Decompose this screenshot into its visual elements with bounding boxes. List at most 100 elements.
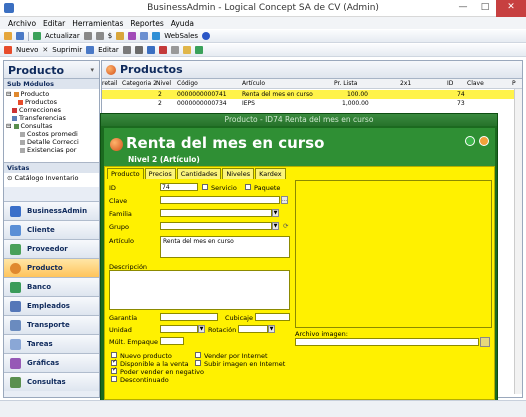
table-row[interactable]: 2 0000000000734 IEPS 1,000.00 73 bbox=[102, 99, 522, 108]
menu-ayuda[interactable]: Ayuda bbox=[171, 19, 194, 28]
folder-icon[interactable] bbox=[116, 32, 125, 40]
rotacion-select[interactable] bbox=[238, 325, 268, 333]
grupo-select[interactable] bbox=[160, 222, 272, 230]
tab-producto[interactable]: Producto bbox=[107, 168, 144, 179]
new-button[interactable]: Nuevo bbox=[16, 46, 38, 54]
save-icon[interactable] bbox=[16, 32, 24, 40]
nav-tareas[interactable]: Tareas bbox=[4, 334, 99, 353]
print-icon[interactable] bbox=[170, 46, 179, 54]
grupo-refresh-icon[interactable]: ⟳ bbox=[283, 222, 288, 230]
refresh-icon[interactable] bbox=[33, 32, 41, 40]
nav-proveedor[interactable]: Proveedor bbox=[4, 239, 99, 258]
export-icon[interactable] bbox=[158, 46, 167, 54]
paquete-checkbox[interactable] bbox=[245, 184, 251, 190]
tab-niveles[interactable]: Niveles bbox=[222, 168, 255, 179]
chevron-down-icon[interactable]: ▼ bbox=[198, 325, 205, 333]
chevron-down-icon[interactable]: ▼ bbox=[272, 222, 279, 230]
nav-transporte[interactable]: Transporte bbox=[4, 315, 99, 334]
clave-lookup-icon[interactable]: … bbox=[281, 196, 288, 204]
servicio-checkbox[interactable] bbox=[202, 184, 208, 190]
filter-icon[interactable] bbox=[122, 46, 131, 54]
delete-button[interactable]: Suprimir bbox=[52, 46, 82, 54]
column-header[interactable]: Clave bbox=[467, 80, 484, 87]
currency-icon[interactable]: $ bbox=[108, 32, 112, 40]
tab-kardex[interactable]: Kardex bbox=[255, 168, 286, 179]
menu-archivo[interactable]: Archivo bbox=[8, 19, 36, 28]
chevron-down-icon[interactable]: ▾ bbox=[90, 66, 94, 74]
options-icon[interactable] bbox=[479, 136, 489, 146]
vista-item[interactable]: Catálogo Inventario bbox=[15, 174, 79, 182]
sidebar-splitter[interactable] bbox=[4, 187, 99, 201]
nav-banco[interactable]: Banco bbox=[4, 277, 99, 296]
column-header[interactable]: Artículo bbox=[242, 80, 265, 87]
new-icon[interactable] bbox=[4, 46, 12, 54]
column-header[interactable]: Pr. Lista bbox=[334, 80, 357, 87]
image-preview[interactable] bbox=[295, 180, 492, 328]
column-header[interactable]: Nivel bbox=[156, 80, 171, 87]
unidad-select[interactable] bbox=[160, 325, 198, 333]
column-header[interactable]: retail bbox=[102, 80, 117, 87]
websales-button[interactable]: WebSales bbox=[164, 32, 198, 40]
tree-item-detalle[interactable]: Detalle Correcci bbox=[6, 138, 97, 146]
users-icon[interactable] bbox=[140, 32, 149, 40]
chevron-down-icon[interactable]: ▼ bbox=[272, 209, 279, 217]
tab-cantidades[interactable]: Cantidades bbox=[176, 168, 222, 179]
table-row[interactable]: 2 0000000000741 Renta del mes en curso 1… bbox=[102, 90, 522, 99]
menu-editar[interactable]: Editar bbox=[43, 19, 65, 28]
edit-button[interactable]: Editar bbox=[98, 46, 119, 54]
garantia-field[interactable] bbox=[160, 313, 218, 321]
vertical-scrollbar[interactable] bbox=[514, 89, 522, 394]
web-icon[interactable] bbox=[152, 32, 161, 40]
nav-businessadmin[interactable]: BusinessAdmin bbox=[4, 201, 99, 220]
minimize-icon[interactable]: — bbox=[452, 0, 474, 17]
folder-icon[interactable] bbox=[480, 337, 490, 347]
column-header[interactable]: Categoria 2 bbox=[122, 80, 157, 87]
close-icon[interactable]: ✕ bbox=[496, 0, 526, 17]
articulo-field[interactable]: Renta del mes en curso bbox=[160, 236, 290, 258]
tree-item-productos[interactable]: Productos bbox=[6, 98, 97, 106]
chevron-down-icon[interactable]: ▼ bbox=[268, 325, 275, 333]
mult-empaque-field[interactable] bbox=[160, 337, 184, 345]
nav-producto[interactable]: Producto bbox=[4, 258, 99, 277]
tree-item-costos[interactable]: Costos promedi bbox=[6, 130, 97, 138]
tree-item-correcciones[interactable]: Correcciones bbox=[6, 106, 97, 114]
tree-item-transferencias[interactable]: Transferencias bbox=[6, 114, 97, 122]
excel-icon[interactable] bbox=[194, 46, 203, 54]
column-header[interactable]: P bbox=[512, 80, 516, 87]
cubicaje-field[interactable] bbox=[255, 313, 290, 321]
refresh-button[interactable]: Actualizar bbox=[45, 32, 80, 40]
menu-herramientas[interactable]: Herramientas bbox=[72, 19, 123, 28]
tree-item-consultas[interactable]: ⊟ Consultas bbox=[6, 122, 97, 130]
report-icon[interactable] bbox=[182, 46, 191, 54]
menu-reportes[interactable]: Reportes bbox=[130, 19, 163, 28]
familia-select[interactable] bbox=[160, 209, 272, 217]
nav-empleados[interactable]: Empleados bbox=[4, 296, 99, 315]
delete-icon[interactable]: ✕ bbox=[42, 46, 48, 54]
id-field[interactable]: 74 bbox=[160, 183, 198, 191]
sort-icon[interactable] bbox=[134, 46, 143, 54]
column-header[interactable]: ID bbox=[447, 80, 453, 87]
group-icon[interactable] bbox=[146, 46, 155, 54]
radio-icon[interactable]: ⊙ bbox=[7, 174, 12, 182]
status-icon[interactable] bbox=[465, 136, 475, 146]
nav-graficas[interactable]: Gráficas bbox=[4, 353, 99, 372]
tree-item-producto[interactable]: ⊟ Producto bbox=[6, 90, 97, 98]
clave-field[interactable] bbox=[160, 196, 280, 204]
nav-cliente[interactable]: Cliente bbox=[4, 220, 99, 239]
nav-consultas[interactable]: Consultas bbox=[4, 372, 99, 391]
tab-precios[interactable]: Precios bbox=[144, 168, 176, 179]
edit-icon[interactable] bbox=[86, 46, 95, 54]
descripcion-field[interactable] bbox=[109, 270, 290, 310]
column-header[interactable]: Código bbox=[177, 80, 198, 87]
settings-icon[interactable] bbox=[83, 32, 92, 40]
vender-negativo-checkbox[interactable] bbox=[111, 366, 117, 374]
column-header[interactable]: 2x1 bbox=[400, 80, 411, 87]
descontinuado-checkbox[interactable] bbox=[111, 376, 117, 382]
chart-icon[interactable] bbox=[128, 32, 137, 40]
archivo-imagen-field[interactable] bbox=[295, 338, 479, 346]
help-icon[interactable] bbox=[202, 32, 211, 40]
vender-internet-checkbox[interactable] bbox=[195, 352, 201, 358]
tree-item-existencias[interactable]: Existencias por bbox=[6, 146, 97, 154]
subir-imagen-checkbox[interactable] bbox=[195, 360, 201, 366]
document-icon[interactable] bbox=[95, 32, 104, 40]
